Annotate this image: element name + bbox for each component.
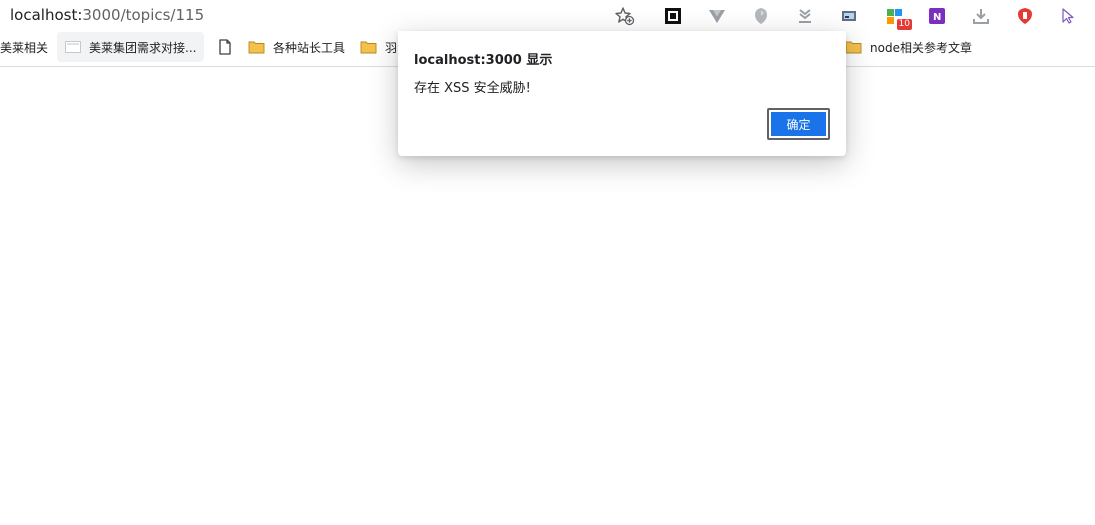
bookmark-star-icon[interactable] <box>614 5 636 27</box>
folder-icon <box>248 40 265 54</box>
download-helper-icon[interactable] <box>794 5 816 27</box>
bookmark-folder[interactable]: node相关参考文章 <box>845 32 972 62</box>
screenshot-extension-icon[interactable] <box>838 5 860 27</box>
url-host: localhost: <box>10 6 83 24</box>
adblock-icon[interactable] <box>1014 5 1036 27</box>
cursor-extension-icon[interactable] <box>1057 5 1079 27</box>
file-icon <box>218 39 232 55</box>
download-icon[interactable] <box>970 5 992 27</box>
dialog-title: localhost:3000 显示 <box>414 53 553 68</box>
vue-devtools-icon[interactable] <box>706 5 728 27</box>
bookmark-folder[interactable]: 羽 <box>360 32 397 62</box>
page-thumb-icon <box>65 41 81 53</box>
svg-text:N: N <box>933 12 941 23</box>
bookmark-item[interactable] <box>218 32 232 62</box>
shield-extension-icon[interactable] <box>750 5 772 27</box>
folder-icon <box>360 40 377 54</box>
bookmark-label: 美莱相关 <box>0 40 49 55</box>
notification-badge: 10 <box>896 19 912 30</box>
puzzle-extension-icon[interactable]: 10 <box>884 5 912 30</box>
alert-dialog: localhost:3000 显示 存在 XSS 安全威胁! 确定 <box>398 31 846 156</box>
bookmark-folder[interactable]: 各种站长工具 <box>248 32 345 62</box>
url-path: 3000/topics/115 <box>82 6 205 24</box>
onenote-clipper-icon[interactable]: N <box>926 5 948 27</box>
bookmark-label: node相关参考文章 <box>870 40 972 55</box>
bookmark-label: 羽 <box>385 40 398 55</box>
folder-icon <box>845 40 862 54</box>
bookmark-item[interactable]: 美莱集团需求对接... <box>57 32 205 62</box>
ok-button[interactable]: 确定 <box>767 108 830 140</box>
ok-button-label: 确定 <box>771 112 826 136</box>
bookmark-label: 美莱集团需求对接... <box>89 40 197 55</box>
bookmark-item[interactable]: 美莱相关 <box>0 32 48 62</box>
address-bar[interactable]: localhost:3000/topics/115 <box>10 6 204 24</box>
browser-toolbar: localhost:3000/topics/115 10 N <box>0 0 1095 32</box>
qr-code-extension-icon[interactable] <box>662 5 684 27</box>
dialog-message: 存在 XSS 安全威胁! <box>414 81 531 96</box>
bookmark-label: 各种站长工具 <box>273 40 346 55</box>
